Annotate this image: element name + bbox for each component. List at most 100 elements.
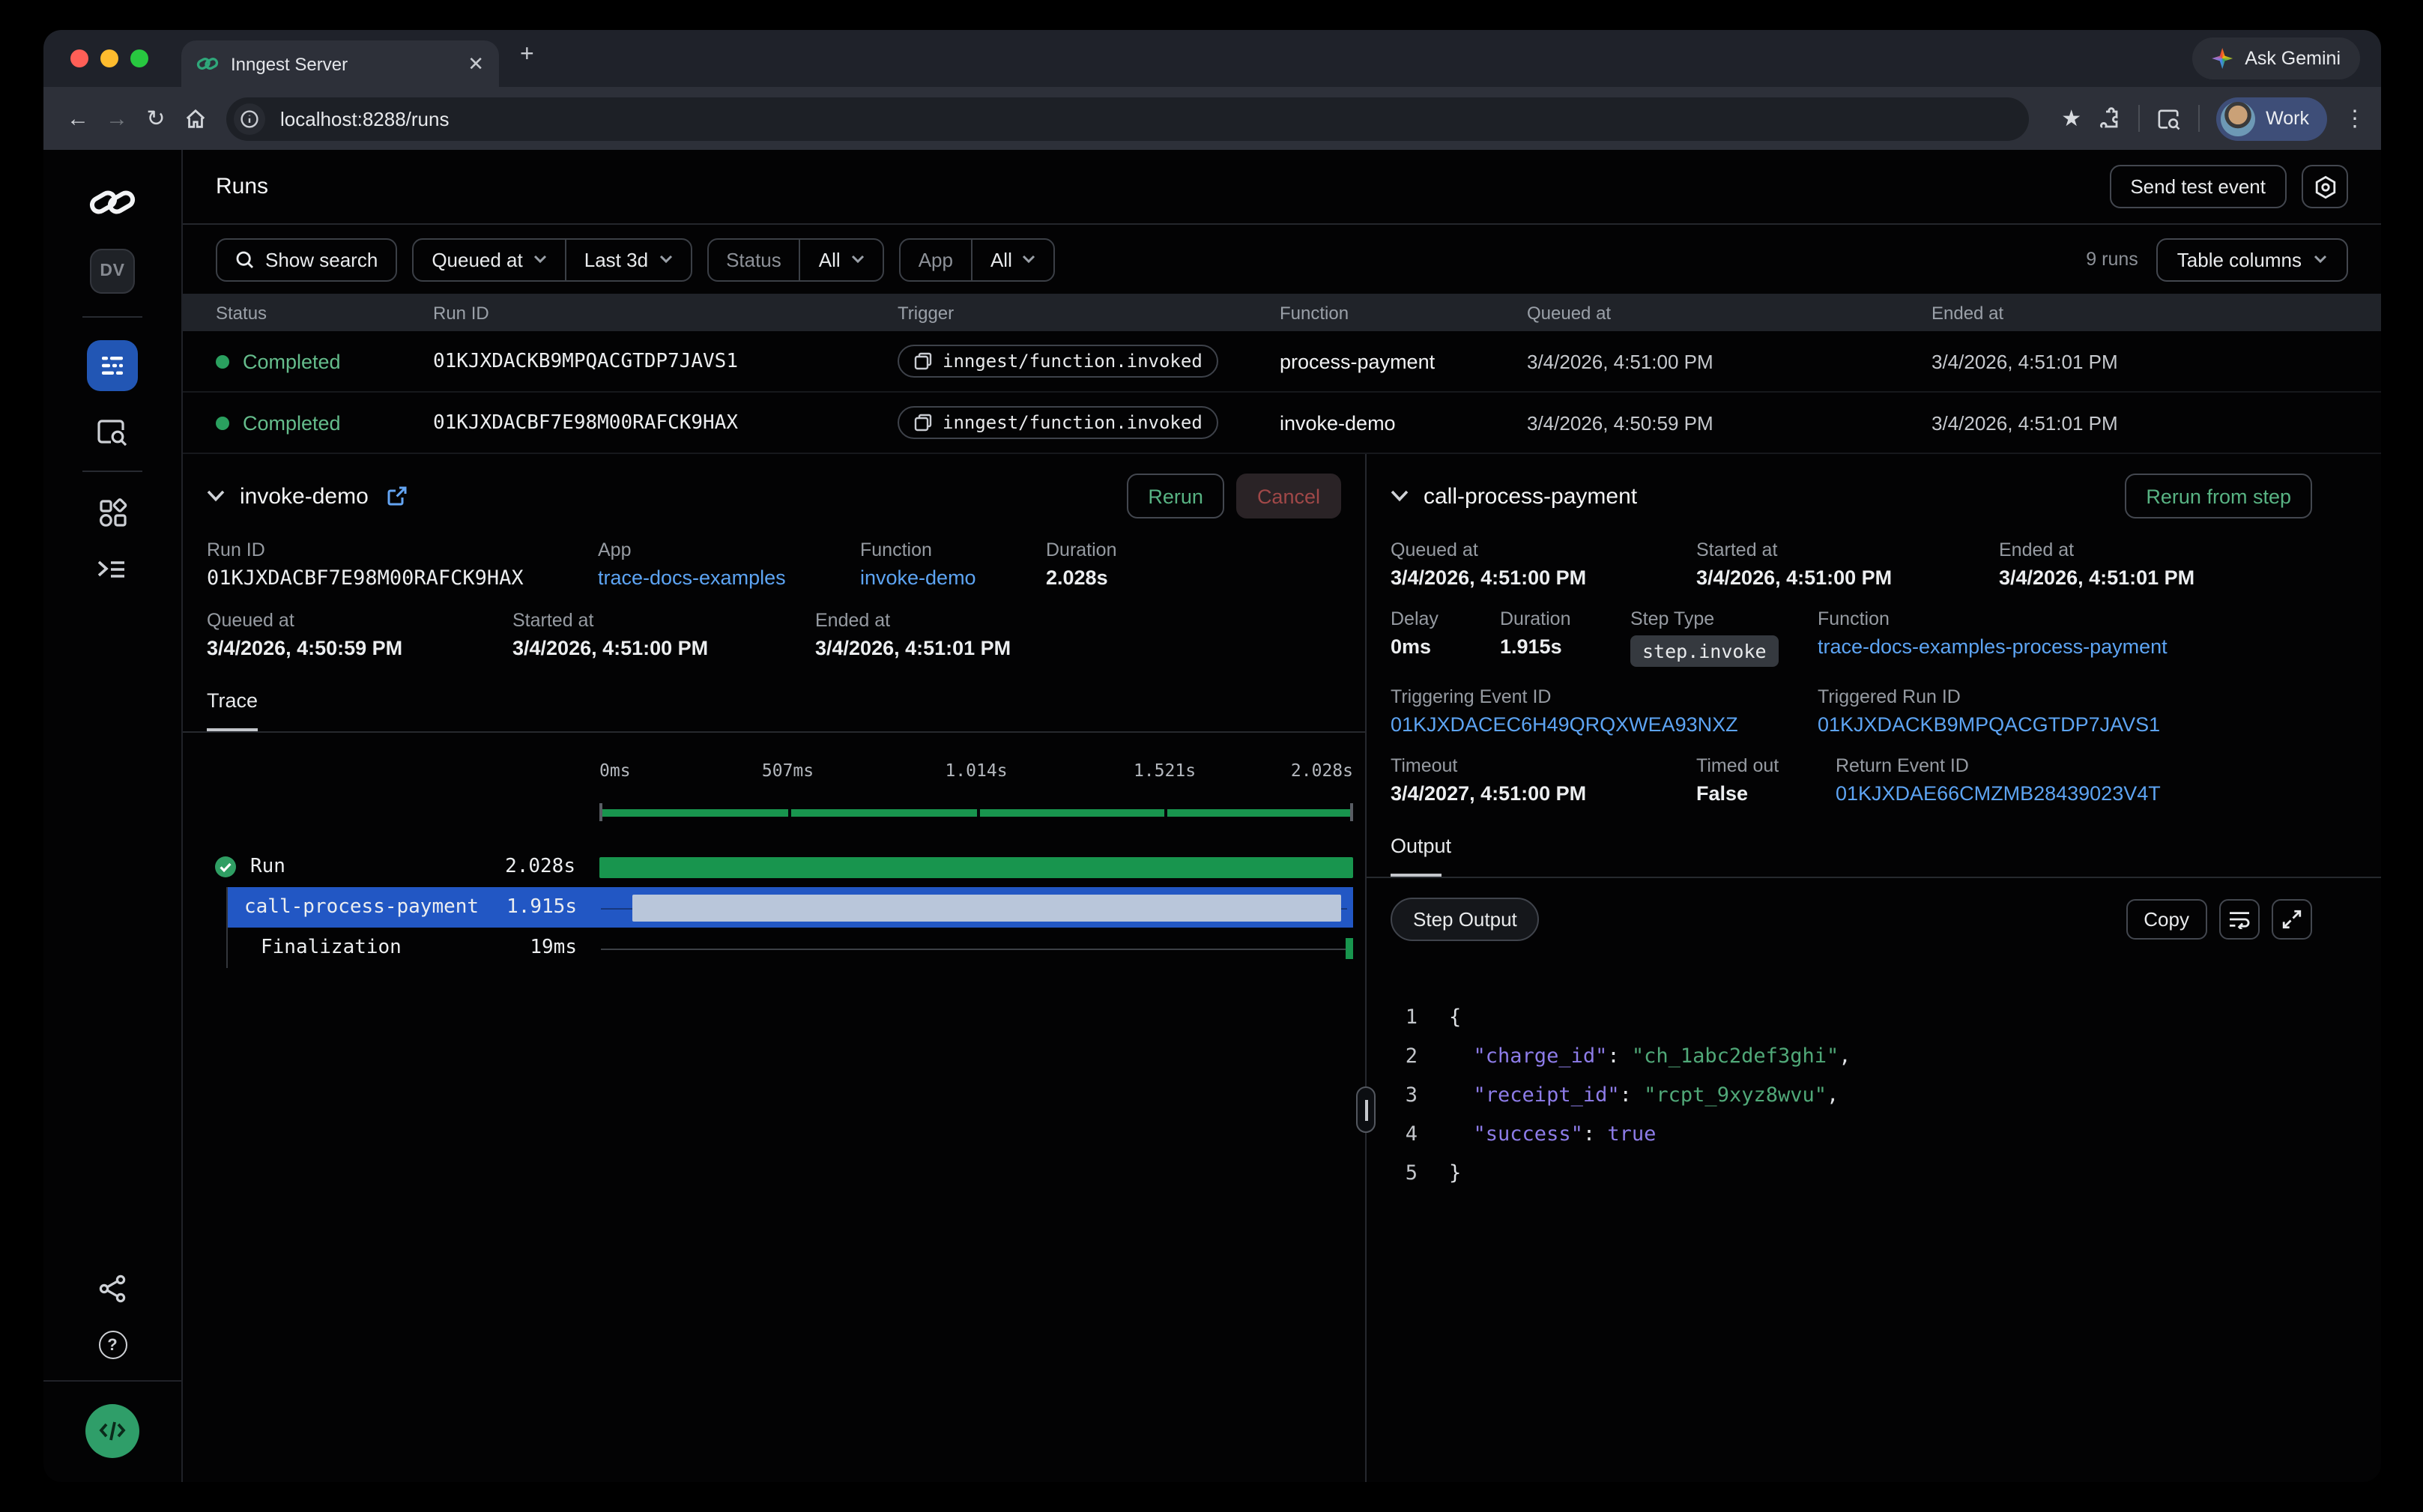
expand-button[interactable]	[2272, 899, 2312, 940]
settings-button[interactable]	[2302, 165, 2348, 208]
time-range-dropdown[interactable]: Last 3d	[565, 239, 690, 279]
column-header: Status	[216, 302, 433, 323]
dev-tools-button[interactable]	[85, 1404, 139, 1458]
line-number: 4	[1391, 1115, 1418, 1154]
status-filter-label: Status	[708, 239, 799, 279]
column-header: Ended at	[1932, 302, 2381, 323]
app-filter-label: App	[901, 239, 971, 279]
url-text[interactable]: localhost:8288/runs	[280, 107, 450, 130]
run-span-bar[interactable]	[599, 856, 1353, 877]
status-filter-dropdown[interactable]: All	[799, 239, 883, 279]
copy-button[interactable]: Copy	[2126, 899, 2207, 940]
forward-button[interactable]: →	[97, 106, 136, 131]
cancel-button[interactable]: Cancel	[1236, 474, 1341, 518]
triggered-run-id-link[interactable]: 01KJXDACKB9MPQACGTDP7JAVS1	[1818, 713, 2160, 736]
collapse-chevron-icon[interactable]	[1391, 490, 1409, 502]
help-icon: ?	[98, 1331, 127, 1359]
function-link[interactable]: invoke-demo	[860, 566, 1046, 589]
minimize-window-button[interactable]	[100, 49, 118, 67]
send-test-event-button[interactable]: Send test event	[2109, 165, 2287, 208]
step-span-bar[interactable]	[632, 894, 1341, 921]
column-header: Run ID	[433, 302, 898, 323]
browser-window: Inngest Server ✕ + Ask Gemini ← → ↻	[43, 30, 2381, 1482]
app-link[interactable]: trace-docs-examples	[598, 566, 860, 589]
bookmark-star-icon[interactable]: ★	[2061, 105, 2081, 132]
tab-close-icon[interactable]: ✕	[468, 54, 484, 73]
trace-row[interactable]: Finalization19ms	[228, 928, 1353, 968]
step-title: call-process-payment	[1424, 483, 1637, 509]
environment-badge[interactable]: DV	[90, 249, 135, 294]
share-feedback-button[interactable]	[97, 1274, 127, 1304]
back-button[interactable]: ←	[58, 106, 97, 131]
browser-menu-icon[interactable]: ⋮	[2344, 105, 2366, 132]
time-field-dropdown[interactable]: Queued at	[414, 239, 564, 279]
delay-value: 0ms	[1391, 635, 1500, 658]
browser-tabstrip: Inngest Server ✕ + Ask Gemini	[43, 30, 2381, 87]
table-columns-button[interactable]: Table columns	[2156, 238, 2348, 281]
triggering-event-id-link[interactable]: 01KJXDACEC6H49QRQXWEA93NXZ	[1391, 713, 1818, 736]
tab-search-icon[interactable]	[2156, 107, 2182, 130]
show-search-button[interactable]: Show search	[216, 238, 397, 281]
line-number: 2	[1391, 1037, 1418, 1076]
open-run-external-link-icon[interactable]	[387, 486, 408, 506]
close-window-button[interactable]	[70, 49, 88, 67]
app-filter-dropdown[interactable]: All	[971, 239, 1054, 279]
table-row[interactable]: Completed01KJXDACKB9MPQACGTDP7JAVS1innge…	[183, 331, 2381, 393]
word-wrap-button[interactable]	[2219, 899, 2260, 940]
sidebar-item-apps[interactable]	[97, 498, 128, 529]
site-info-icon[interactable]	[234, 103, 265, 134]
rerun-button[interactable]: Rerun	[1127, 474, 1224, 518]
help-button[interactable]: ?	[98, 1331, 127, 1359]
runs-table-header: StatusRun IDTriggerFunctionQueued atEnde…	[183, 294, 2381, 331]
triggered-run-id-label: Triggered Run ID	[1818, 686, 2160, 707]
trace-minimap[interactable]	[599, 801, 1353, 822]
step-function-label: Function	[1818, 608, 2168, 629]
new-tab-button[interactable]: +	[520, 43, 534, 67]
url-bar[interactable]: localhost:8288/runs	[226, 97, 2028, 140]
runs-list-icon	[99, 354, 126, 378]
panel-resize-handle[interactable]	[1356, 1086, 1376, 1133]
return-event-id-link[interactable]: 01KJXDAE66CMZMB28439023V4T	[1836, 782, 2161, 805]
trace-row[interactable]: call-process-payment1.915s	[228, 887, 1353, 928]
tab-output[interactable]: Output	[1391, 833, 1451, 877]
chevron-down-icon	[659, 255, 672, 264]
tab-title: Inngest Server	[231, 53, 456, 74]
code-line: 4 "success": true	[1391, 1115, 2357, 1154]
trace-row-label: Run	[250, 856, 285, 878]
reload-button[interactable]: ↻	[136, 105, 175, 132]
tab-trace[interactable]: Trace	[207, 688, 258, 731]
ask-gemini-button[interactable]: Ask Gemini	[2192, 37, 2360, 79]
sidebar-item-events[interactable]	[96, 418, 129, 448]
step-started-at-value: 3/4/2026, 4:51:00 PM	[1696, 566, 1999, 589]
home-button[interactable]	[175, 107, 214, 130]
sidebar-item-runs[interactable]	[87, 340, 138, 391]
triggering-event-id-label: Triggering Event ID	[1391, 686, 1818, 707]
collapse-chevron-icon[interactable]	[207, 490, 225, 502]
trigger-badge[interactable]: inngest/function.invoked	[898, 406, 1219, 439]
run-title: invoke-demo	[240, 483, 369, 509]
run-id-label: Run ID	[207, 539, 598, 560]
gemini-sparkle-icon	[2212, 48, 2233, 69]
code-line: 5}	[1391, 1154, 2357, 1193]
rerun-from-step-button[interactable]: Rerun from step	[2125, 474, 2312, 518]
zoom-window-button[interactable]	[130, 49, 148, 67]
table-row[interactable]: Completed01KJXDACBF7E98M00RAFCK9HAXinnge…	[183, 393, 2381, 454]
started-at-label: Started at	[512, 610, 815, 631]
trigger-badge[interactable]: inngest/function.invoked	[898, 345, 1219, 378]
code-line: 1{	[1391, 998, 2357, 1037]
step-function-link[interactable]: trace-docs-examples-process-payment	[1818, 635, 2168, 658]
trace-row[interactable]: Run2.028s	[207, 847, 1353, 887]
run-id-value: 01KJXDACBF7E98M00RAFCK9HAX	[207, 566, 598, 590]
window-controls[interactable]	[70, 49, 148, 67]
browser-tab[interactable]: Inngest Server ✕	[181, 40, 499, 87]
extensions-icon[interactable]	[2098, 106, 2122, 130]
step-duration-value: 1.915s	[1500, 635, 1630, 658]
sidebar-item-functions[interactable]	[96, 556, 129, 583]
step-output-toggle[interactable]: Step Output	[1391, 898, 1540, 941]
axis-tick: 1.521s	[1134, 759, 1196, 780]
finalization-span-bar[interactable]	[1346, 937, 1353, 958]
trace-timeline: 0ms507ms1.014s1.521s2.028s Run2.0	[183, 733, 1365, 968]
profile-button[interactable]: Work	[2216, 97, 2327, 140]
step-output-code[interactable]: 1{2 "charge_id": "ch_1abc2def3ghi",3 "re…	[1367, 941, 2381, 1193]
function-label: Function	[860, 539, 1046, 560]
